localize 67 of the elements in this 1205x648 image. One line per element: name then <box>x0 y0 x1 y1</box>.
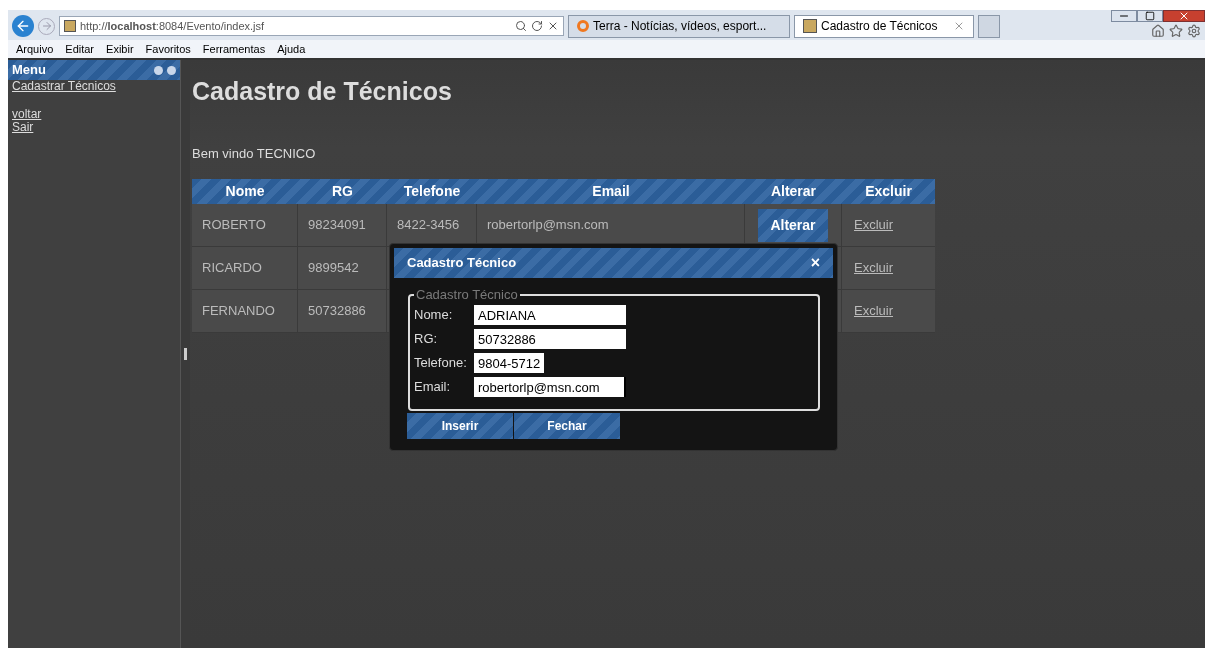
browser-tab[interactable]: Terra - Notícias, vídeos, esport... <box>568 14 790 38</box>
collapse-icon[interactable] <box>154 65 163 75</box>
field-label: Nome: <box>414 306 454 325</box>
minimize-button[interactable] <box>1111 10 1137 22</box>
column-header: Excluir <box>864 182 913 201</box>
settings-icon[interactable] <box>1187 24 1201 38</box>
alter-button[interactable]: Alterar <box>758 208 828 242</box>
search-icon[interactable] <box>515 20 527 32</box>
close-icon <box>1178 10 1190 22</box>
dialog-button[interactable]: Inserir <box>407 413 513 439</box>
ring-icon <box>577 20 589 32</box>
field-label: Telefone: <box>414 354 468 373</box>
table-cell-text: FERNANDO <box>202 302 275 321</box>
address-bar[interactable]: http://localhost:8084/Evento/index.jsf <box>59 16 564 36</box>
column-header: Alterar <box>769 182 818 201</box>
new-tab-button[interactable] <box>978 14 1000 38</box>
text-field[interactable]: robertorlp@msn.com <box>474 377 626 397</box>
field-label: RG: <box>414 330 439 349</box>
close-button[interactable]: × <box>810 251 820 275</box>
column-header: Nome <box>224 182 266 201</box>
menu-item[interactable]: Ferramentas <box>202 40 266 58</box>
menu-item[interactable]: Exibir <box>106 40 134 58</box>
close-button[interactable] <box>1163 10 1205 22</box>
form-legend: Cadastro Técnico <box>414 287 520 303</box>
arrow-right-icon <box>40 20 53 32</box>
menu-item[interactable]: Arquivo <box>16 40 54 58</box>
home-icon[interactable] <box>1151 24 1165 38</box>
delete-link[interactable]: Excluir <box>854 215 893 235</box>
maximize-icon <box>1145 11 1155 21</box>
table-cell-text: 50732886 <box>308 302 366 321</box>
table-cell-text: ROBERTO <box>202 216 266 235</box>
refresh-icon[interactable] <box>531 20 543 32</box>
text-field[interactable]: 9804-5712 <box>474 353 544 373</box>
table-cell-text: 8422-3456 <box>397 216 460 235</box>
column-header: Email <box>591 182 631 201</box>
page-icon <box>803 19 817 33</box>
browser-tab[interactable]: Cadastro de Técnicos <box>794 14 974 38</box>
menu-item[interactable]: Favoritos <box>145 40 191 58</box>
sidebar-link[interactable]: Cadastrar Técnicos <box>8 80 180 93</box>
page-title: Cadastro de Técnicos <box>192 76 453 107</box>
column-header: RG <box>331 182 354 201</box>
splitter-handle[interactable] <box>184 348 187 360</box>
table-cell-text: 98234091 <box>308 216 366 235</box>
text-field[interactable]: ADRIANA <box>474 305 626 325</box>
close-icon[interactable] <box>953 20 965 32</box>
menu-item[interactable]: Editar <box>65 40 95 58</box>
delete-link[interactable]: Excluir <box>854 301 893 321</box>
maximize-button[interactable] <box>1137 10 1163 22</box>
dialog-button[interactable]: Fechar <box>514 413 620 439</box>
field-label: Email: <box>414 378 452 397</box>
text-field[interactable]: 50732886 <box>474 329 626 349</box>
dialog-title: Cadastro Técnico <box>407 254 518 273</box>
star-icon[interactable] <box>1169 24 1183 38</box>
sidebar-title: Menu <box>12 61 47 80</box>
page-icon <box>64 20 76 32</box>
delete-link[interactable]: Excluir <box>854 258 893 278</box>
column-header: Telefone <box>402 182 462 201</box>
sidebar-link[interactable]: voltar <box>8 108 180 121</box>
back-button[interactable] <box>12 15 34 37</box>
table-cell-text: robertorlp@msn.com <box>487 216 609 235</box>
table-cell-text: RICARDO <box>202 259 262 278</box>
table-cell-text: 9899542 <box>308 259 359 278</box>
welcome-text: Bem vindo TECNICO <box>192 144 317 163</box>
sidebar-link[interactable]: Sair <box>8 121 180 134</box>
close-icon[interactable] <box>167 65 176 75</box>
stop-icon[interactable] <box>547 20 559 32</box>
menu-item[interactable]: Ajuda <box>277 40 306 58</box>
